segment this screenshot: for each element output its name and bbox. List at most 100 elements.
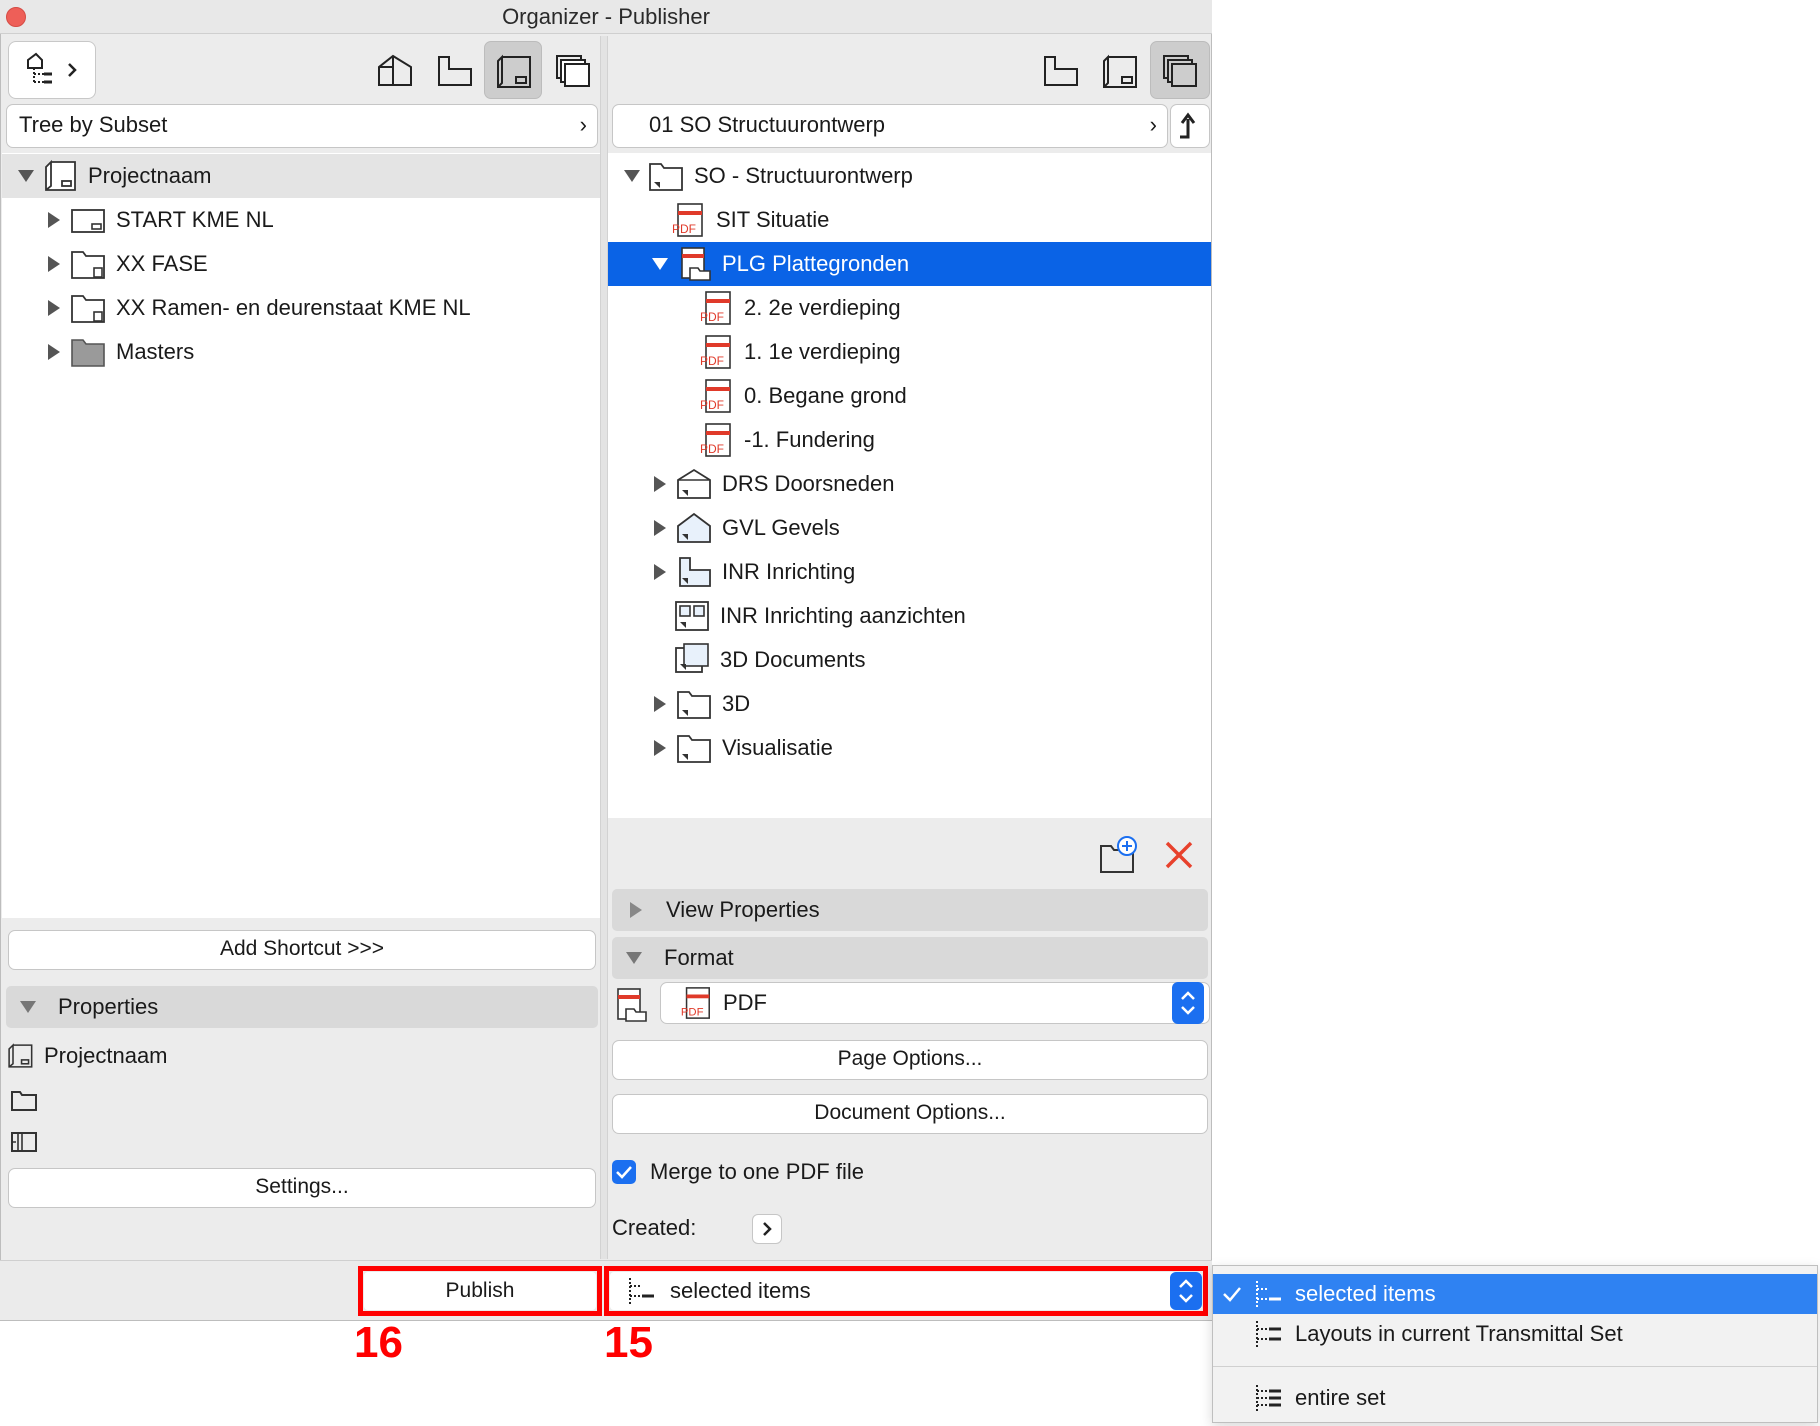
expand-down-icon[interactable] [18,997,38,1017]
add-shortcut-button[interactable]: Add Shortcut >>> [8,930,596,970]
layout-book-icon [8,1043,33,1068]
expand-down-icon[interactable] [624,948,644,968]
tree-row[interactable]: Projectnaam [2,154,600,198]
publish-scope-value: selected items [670,1278,811,1303]
tree-label: Projectnaam [88,163,212,188]
settings-button[interactable]: Settings... [8,1168,596,1208]
pdf-file-icon: PDF [681,987,710,1019]
tree-row[interactable]: Visualisatie [608,726,1211,770]
menu-item-entire-set[interactable]: entire set [1213,1378,1817,1418]
tree-row[interactable]: XX FASE [2,242,600,286]
tree-row[interactable]: START KME NL [2,198,600,242]
layout-book-icon [497,54,531,88]
expand-right-icon[interactable] [650,474,670,494]
tree-label: 1. 1e verdieping [744,339,901,364]
chevron-right-icon [68,63,77,77]
menu-item-transmittal-set[interactable]: Layouts in current Transmittal Set [1213,1314,1817,1354]
stacked-pages-icon [1163,55,1197,87]
tree-row[interactable]: PDF 0. Begane grond [608,374,1211,418]
publisher-sets-tab[interactable] [546,44,600,96]
project-map-tab[interactable] [368,44,422,96]
page-options-button[interactable]: Page Options... [612,1040,1208,1080]
menu-item-label: entire set [1295,1385,1386,1410]
pdf-file-icon: PDF [700,291,731,325]
arrow-up-icon [1180,112,1196,139]
properties-header[interactable]: Properties [6,986,598,1028]
callout-number-15: 15 [604,1318,653,1367]
tree-row[interactable]: 3D Documents [608,638,1211,682]
menu-item-label: selected items [1295,1281,1436,1306]
tree-row-selected[interactable]: PLG Plattegronden [608,242,1211,286]
expand-down-icon[interactable] [16,166,36,186]
tree-mode-dropdown[interactable]: Tree by Subset › [6,104,598,148]
tree-label: START KME NL [116,207,274,232]
document-options-button[interactable]: Document Options... [612,1094,1208,1134]
format-select[interactable]: PDF PDF [660,982,1210,1024]
tree-row[interactable]: SO - Structuurontwerp [608,154,1211,198]
view-format-tab[interactable] [1034,44,1088,96]
menu-item-selected-items[interactable]: selected items [1213,1274,1817,1314]
expand-right-icon[interactable] [44,254,64,274]
expand-right-icon[interactable] [650,738,670,758]
publish-scope-select[interactable]: selected items [610,1272,1202,1310]
pdf-file-icon: PDF [700,379,731,413]
tree-row[interactable]: DRS Doorsneden [608,462,1211,506]
stacked-pages-icon [556,55,590,87]
format-select-arrows[interactable] [1172,982,1204,1024]
tree-label: INR Inrichting aanzichten [720,603,966,628]
tree-row[interactable]: INR Inrichting aanzichten [608,594,1211,638]
view-properties-header[interactable]: View Properties [612,889,1208,931]
delete-button[interactable] [1156,832,1202,878]
layout-book-tab[interactable] [484,41,542,99]
pdf-file-icon: PDF [700,335,731,369]
expand-right-icon[interactable] [44,298,64,318]
go-up-button[interactable] [1170,104,1210,148]
elevation-folder-icon [677,512,711,543]
pdf-folder-icon [612,986,648,1024]
format-header[interactable]: Format [612,937,1208,979]
tree-row[interactable]: PDF -1. Fundering [608,418,1211,462]
pane-splitter[interactable] [600,36,608,1259]
tree-all-icon [1256,1385,1281,1411]
tree-row[interactable]: XX Ramen- en deurenstaat KME NL [2,286,600,330]
interior-folder-icon [679,557,711,587]
tree-row[interactable]: PDF 2. 2e verdieping [608,286,1211,330]
expand-down-icon[interactable] [622,166,642,186]
tree-row[interactable]: INR Inrichting [608,550,1211,594]
expand-right-icon[interactable] [44,210,64,230]
floorplan-folder-icon [438,56,472,86]
expand-right-icon[interactable] [650,518,670,538]
expand-right-icon[interactable] [650,694,670,714]
view-mode-button[interactable] [8,41,96,99]
tree-row[interactable]: GVL Gevels [608,506,1211,550]
publisher-set-tab[interactable] [1150,41,1210,99]
expand-right-icon[interactable] [44,342,64,362]
merge-pdf-row[interactable]: Merge to one PDF file [612,1150,1208,1194]
expand-down-icon[interactable] [650,254,670,274]
scope-select-arrows[interactable] [1170,1272,1202,1310]
new-folder-icon [1100,836,1137,873]
view-map-tab[interactable] [428,44,482,96]
created-detail-button[interactable] [752,1214,782,1244]
merge-pdf-checkbox[interactable] [612,1160,636,1184]
tree-row[interactable]: PDF 1. 1e verdieping [608,330,1211,374]
tree-label: 2. 2e verdieping [744,295,901,320]
chevron-right-icon [763,1222,772,1236]
layout-book-icon [1103,54,1137,88]
publisher-set-dropdown[interactable]: 01 SO Structuurontwerp › [612,104,1168,148]
expand-right-icon[interactable] [626,900,646,920]
menu-item-label: Layouts in current Transmittal Set [1295,1321,1623,1346]
svg-text:PDF: PDF [700,398,724,412]
tree-label: Masters [116,339,195,364]
layout-format-tab[interactable] [1092,44,1146,96]
drawing-book-icon [10,1130,38,1154]
new-folder-button[interactable] [1096,832,1142,878]
tree-row[interactable]: 3D [608,682,1211,726]
expand-right-icon[interactable] [650,562,670,582]
created-label: Created: [612,1215,697,1240]
publish-button[interactable]: Publish [364,1272,596,1310]
tree-row[interactable]: Masters [2,330,600,374]
tree-row[interactable]: PDF SIT Situatie [608,198,1211,242]
svg-text:PDF: PDF [700,354,724,368]
tree-label: 0. Begane grond [744,383,907,408]
